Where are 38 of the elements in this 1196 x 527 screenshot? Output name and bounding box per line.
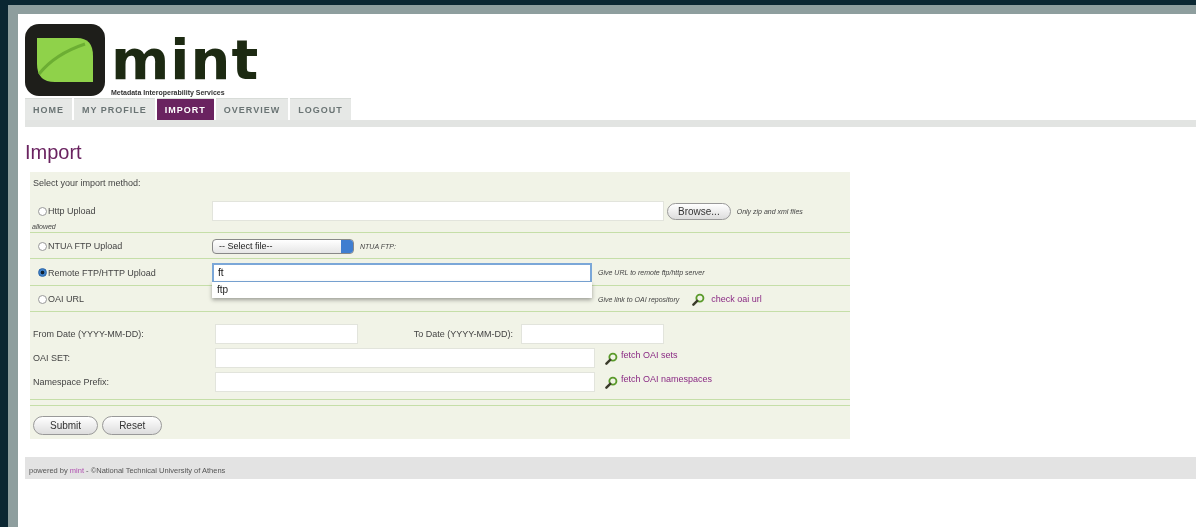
field-label: From Date (YYYY-MM-DD):	[33, 329, 145, 339]
form-instruction: Select your import method:	[32, 177, 142, 190]
method-label: NTUA FTP Upload	[48, 241, 123, 251]
method-label: OAI URL	[48, 294, 84, 304]
url-field[interactable]: ft	[212, 263, 592, 283]
field-label: To Date (YYYY-MM-DD):	[412, 329, 514, 339]
text-field[interactable]	[215, 372, 595, 392]
browse-button[interactable]: Browse...	[667, 202, 731, 220]
file-select[interactable]: -- Select file--	[212, 238, 354, 254]
field-label: Namespace Prefix:	[33, 377, 111, 387]
search-icon[interactable]	[605, 351, 618, 365]
file-path-field[interactable]	[212, 201, 664, 221]
radio-button[interactable]	[38, 294, 47, 304]
method-label: Http Upload	[48, 206, 96, 216]
nav-tab[interactable]: MY PROFILE	[74, 98, 155, 120]
leaf-logo-icon	[25, 24, 105, 96]
logo-wordmark: mint	[111, 32, 260, 88]
suggestion-item[interactable]: ftp	[212, 282, 592, 298]
page-title: Import	[25, 141, 83, 164]
nav-tab[interactable]: OVERVIEW	[215, 98, 289, 120]
radio-button[interactable]	[38, 268, 47, 277]
fetch-link[interactable]: fetch OAI namespaces	[621, 374, 713, 384]
field-label: OAI SET:	[33, 353, 71, 363]
radio-button[interactable]	[38, 241, 47, 251]
nav-tab[interactable]: HOME	[25, 98, 72, 120]
nav-tab[interactable]: LOGOUT	[290, 98, 351, 120]
radio-button[interactable]	[38, 206, 47, 216]
date-field[interactable]	[215, 324, 358, 344]
search-icon[interactable]	[605, 375, 618, 389]
search-icon[interactable]	[692, 292, 706, 306]
form-button[interactable]: Reset	[102, 416, 163, 435]
method-label: Remote FTP/HTTP Upload	[48, 267, 156, 278]
date-field[interactable]	[521, 324, 664, 344]
nav-tab[interactable]: IMPORT	[156, 98, 214, 120]
form-button[interactable]: Submit	[33, 416, 99, 435]
fetch-link[interactable]: fetch OAI sets	[621, 350, 678, 360]
text-field[interactable]	[215, 348, 595, 368]
check-url-link[interactable]: check oai url	[711, 294, 762, 304]
